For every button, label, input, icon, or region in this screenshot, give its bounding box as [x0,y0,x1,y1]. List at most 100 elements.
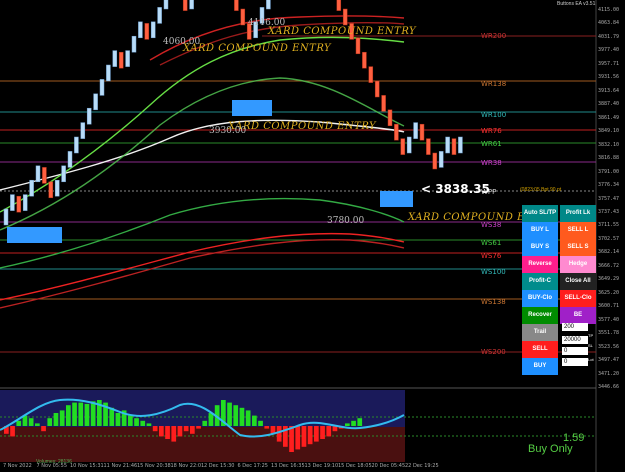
lot-tag: Lot [588,357,594,362]
price-axis-label: 3471.20 [598,370,620,377]
level-label-wr200: WR200 [481,32,507,40]
renko-brick-up [413,122,418,139]
renko-brick-up [86,107,92,125]
histogram-bar [227,402,232,426]
histogram-bar [53,413,59,426]
histogram-bar [134,418,139,426]
profit-close-button[interactable]: Profit-C [522,273,558,290]
price-marker-4116: 4116.00 [248,18,286,28]
histogram-bar [289,426,294,452]
renko-brick-down [234,0,239,11]
renko-brick-down [144,23,150,40]
renko-brick-up [67,151,73,168]
sell-close-button[interactable]: SELL-Clo [560,290,596,307]
renko-brick-up [458,136,463,154]
price-axis-label: 3816.88 [598,155,620,162]
time-axis-label: 13 Dec 19:10 [304,463,339,469]
entry-annotation-3: XARD COMPOUND ENTRY [228,121,377,132]
histogram-bar [264,426,270,429]
close-all-button[interactable]: Close All [560,273,596,290]
buy-stop-button[interactable]: BUY S [522,239,558,256]
histogram-bar [276,426,282,442]
tp-value-input[interactable]: 20000 [562,336,588,344]
price-axis-label: 3649.29 [598,276,620,283]
sell-limit-button[interactable]: SELL L [560,222,596,239]
lot-value-input[interactable]: 0 [562,358,588,366]
time-axis-label: 13 Dec 16:35 [271,463,305,469]
level-label-ws76: WS76 [481,252,502,260]
recover-button[interactable]: Recover [522,307,558,324]
entry-annotation-2: XARD COMPOUND ENTRY [183,43,332,54]
histogram-bar [239,407,245,426]
time-axis-label: 18 Nov 22:01 [170,463,205,469]
histogram-bar [357,418,363,426]
histogram-bar [258,420,263,426]
price-marker-3930: 3930.00 [209,126,247,136]
renko-brick-down [368,66,374,83]
renko-brick-down [394,123,399,141]
histogram-bar [183,426,189,432]
trail-value-input[interactable]: 200 [562,323,588,331]
renko-brick-down [16,195,22,213]
price-axis-label: 3957.71 [598,60,620,67]
histogram-bar [345,423,350,426]
buy-limit-button[interactable]: BUY L [522,222,558,239]
buy-close-button[interactable]: BUY-Clo [522,290,558,307]
sell-button[interactable]: SELL [522,341,558,358]
renko-brick-down [362,51,367,69]
tp-tag: TP [588,333,594,338]
breakeven-button[interactable]: BE [560,307,596,324]
price-axis-label: 4031.79 [598,33,620,40]
renko-brick-down [182,0,188,11]
time-axis-label: 11 Nov 21:46 [103,463,138,469]
price-axis-label: 3849.10 [598,128,620,135]
renko-brick-up [138,21,143,39]
renko-brick-down [336,0,342,11]
time-axis-label: 15 Nov 20:38 [137,463,171,469]
renko-brick-up [189,0,194,10]
auto-sltp-button[interactable]: Auto SL/TP [522,205,558,222]
level-label-wr138: WR138 [481,80,507,88]
trail-button[interactable]: Trail [522,324,558,341]
renko-brick-up [406,136,412,154]
price-axis-label: 3791.00 [598,168,620,175]
histogram-bar [66,405,71,426]
histogram-bar [159,426,164,437]
reverse-button[interactable]: Reverse [522,256,558,273]
renko-brick-down [381,95,386,112]
time-axis-label: 15 Dec 18:05 [338,463,372,469]
renko-brick-up [22,194,28,211]
price-axis-label: 3523.56 [598,343,620,350]
histogram-bar [314,426,319,442]
level-label-ws200: WS200 [481,348,506,356]
histogram-bar [90,401,96,426]
renko-brick-down [432,152,438,170]
renko-brick-up [150,21,156,39]
profit-lock-button[interactable]: Profit Lk [560,205,596,222]
histogram-bar [165,426,170,439]
current-price-label: < 3838.35 [421,182,490,196]
price-axis-label: 3446.66 [598,384,620,390]
renko-brick-down [342,8,348,26]
price-axis-label: 4115.00 [598,7,620,13]
histogram-bar [208,413,214,426]
histogram-bar [35,423,40,426]
price-axis-label: 3497.47 [598,357,620,364]
trade-mode-status: Buy Only [528,443,573,455]
histogram-bar [140,420,146,426]
sell-stop-button[interactable]: SELL S [560,239,596,256]
entry-annotation-1: XARD COMPOUND ENTRY [268,26,417,37]
histogram-bar [320,426,325,439]
buy-button[interactable]: BUY [522,358,558,375]
renko-brick-down [355,37,361,55]
histogram-bar [59,410,65,426]
histogram-bar [301,426,307,447]
price-axis-label: 3600.71 [598,303,620,310]
renko-brick-up [445,136,450,154]
renko-brick-up [74,136,79,154]
renko-brick-up [438,151,444,168]
histogram-bar [252,415,257,426]
window-title: Buttons EA v3.51 [557,1,596,7]
sl-value-input[interactable]: 0 [562,347,588,355]
hedge-button[interactable]: Hedge [560,256,596,273]
